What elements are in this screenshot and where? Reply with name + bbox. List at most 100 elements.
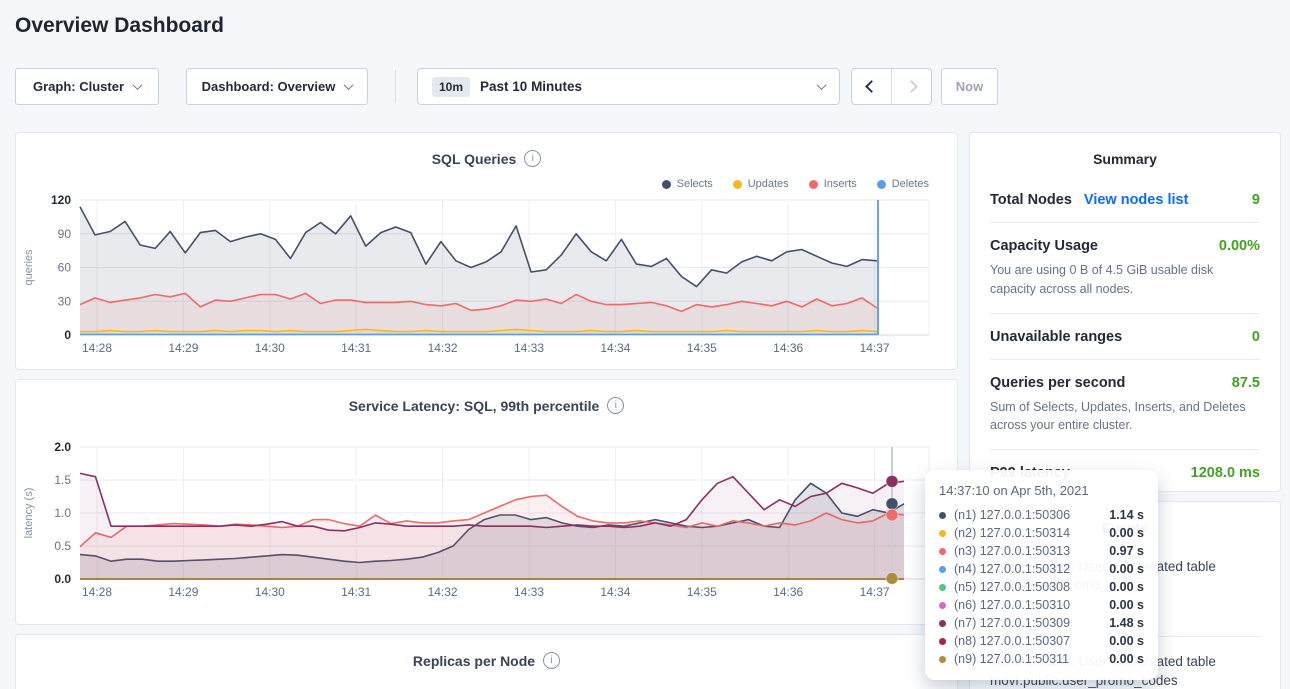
sql-queries-plot[interactable]: 14:2814:2914:3014:3114:3214:3314:3414:35… [16,191,959,367]
node-address: (n6) 127.0.0.1:50310 [954,598,1070,612]
replicas-per-node-chart-card: Replicas per Node i [15,634,958,689]
capacity-usage-value: 0.00% [1219,238,1260,254]
svg-text:14:35: 14:35 [687,585,717,599]
service-latency-chart-card: Service Latency: SQL, 99th percentile i … [15,379,958,625]
svg-text:14:28: 14:28 [82,341,112,355]
node-latency-value: 0.00 s [1109,562,1144,576]
tooltip-row-n6: (n6) 127.0.0.1:503100.00 s [939,596,1144,614]
tooltip-row-n7: (n7) 127.0.0.1:503091.48 s [939,614,1144,632]
unavailable-ranges-label: Unavailable ranges [990,329,1122,345]
svg-text:60: 60 [58,261,72,275]
queries-per-second-caption: Sum of Selects, Updates, Inserts, and De… [990,398,1260,436]
tooltip-row-n5: (n5) 127.0.0.1:503080.00 s [939,578,1144,596]
svg-text:90: 90 [58,227,72,241]
legend-dot-inserts [809,180,818,189]
svg-text:14:30: 14:30 [255,585,285,599]
chevron-right-icon [905,80,918,93]
node-color-dot [939,638,946,645]
capacity-usage-label: Capacity Usage [990,238,1098,254]
tooltip-row-n4: (n4) 127.0.0.1:50312 0.00 s [939,560,1144,578]
node-color-dot [939,512,946,519]
node-address: (n3) 127.0.0.1:50313 [954,544,1070,558]
svg-text:14:31: 14:31 [341,585,371,599]
summary-title: Summary [990,151,1260,167]
time-range-badge: 10m [432,77,470,97]
time-range-label: Past 10 Minutes [480,79,582,94]
svg-text:1.0: 1.0 [54,506,71,520]
svg-text:14:29: 14:29 [168,585,198,599]
svg-text:14:36: 14:36 [773,341,803,355]
node-address: (n9) 127.0.0.1:50311 [954,652,1069,666]
svg-text:0: 0 [64,328,71,342]
svg-text:14:31: 14:31 [341,341,371,355]
service-latency-plot[interactable]: 14:2814:2914:3014:3114:3214:3314:3414:35… [16,438,959,603]
legend-label: Updates [748,178,789,190]
chart-title-replicas-per-node: Replicas per Node [413,653,535,669]
tooltip-row-n2: (n2) 127.0.0.1:503140.00 s [939,524,1144,542]
chevron-down-icon [133,80,143,90]
p99-latency-value: 1208.0 ms [1191,465,1260,481]
svg-text:14:37: 14:37 [860,341,890,355]
svg-text:14:29: 14:29 [168,341,198,355]
tooltip-row-n3: (n3) 127.0.0.1:503130.97 s [939,542,1144,560]
legend-item-updates[interactable]: Updates [733,178,789,190]
chevron-down-icon [344,80,354,90]
info-icon[interactable]: i [524,150,541,167]
tooltip-timestamp: 14:37:10 on Apr 5th, 2021 [939,483,1144,498]
svg-text:0.0: 0.0 [54,572,71,586]
page-title: Overview Dashboard [15,14,224,38]
chevron-left-icon [865,80,878,93]
node-address: (n7) 127.0.0.1:50309 [954,616,1070,630]
legend-dot-selects [662,180,671,189]
node-latency-value: 0.00 s [1109,652,1144,666]
graph-dropdown-label: Graph: Cluster [33,79,124,94]
svg-text:queries: queries [23,249,35,286]
summary-row-capacity-usage: Capacity Usage 0.00% You are using 0 B o… [990,222,1260,313]
unavailable-ranges-value: 0 [1252,329,1260,345]
time-step-buttons [851,68,932,105]
node-address: (n1) 127.0.0.1:50306 [954,508,1070,522]
node-latency-value: 0.00 s [1109,634,1144,648]
total-nodes-value: 9 [1252,192,1260,208]
svg-text:1.5: 1.5 [54,473,71,487]
node-address: (n8) 127.0.0.1:50307 [954,634,1070,648]
tooltip-row-n9: (n9) 127.0.0.1:50311 0.00 s [939,650,1144,668]
node-color-dot [939,548,946,555]
legend-item-selects[interactable]: Selects [662,178,713,190]
svg-text:14:34: 14:34 [600,341,630,355]
node-color-dot [939,656,946,663]
info-icon[interactable]: i [543,652,560,669]
svg-text:0.5: 0.5 [54,539,71,553]
legend-dot-updates [733,180,742,189]
now-button[interactable]: Now [941,68,998,105]
node-color-dot [939,566,946,573]
svg-text:2.0: 2.0 [54,440,71,454]
graph-dropdown[interactable]: Graph: Cluster [15,68,159,105]
legend-item-deletes[interactable]: Deletes [877,178,929,190]
svg-text:14:37: 14:37 [860,585,890,599]
queries-per-second-label: Queries per second [990,375,1125,391]
dashboard-dropdown-label: Dashboard: Overview [202,79,336,94]
svg-text:14:32: 14:32 [428,341,458,355]
queries-per-second-value: 87.5 [1232,375,1260,391]
toolbar-divider [395,70,396,103]
dashboard-dropdown[interactable]: Dashboard: Overview [186,68,368,105]
info-icon[interactable]: i [607,397,624,414]
sql-queries-chart-card: SQL Queries i Selects Updates Inserts De… [15,132,958,370]
node-address: (n5) 127.0.0.1:50308 [954,580,1070,594]
node-color-dot [939,584,946,591]
node-latency-value: 0.00 s [1109,526,1144,540]
view-nodes-list-link[interactable]: View nodes list [1084,192,1189,208]
legend-item-inserts[interactable]: Inserts [809,178,857,190]
time-range-picker[interactable]: 10m Past 10 Minutes [417,68,840,105]
tooltip-row-n1: (n1) 127.0.0.1:503061.14 s [939,506,1144,524]
chart-title-sql-queries: SQL Queries [432,151,517,167]
summary-row-total-nodes: Total Nodes View nodes list 9 [990,177,1260,222]
summary-row-unavailable-ranges: Unavailable ranges 0 [990,313,1260,359]
time-prev-button[interactable] [852,69,891,104]
svg-text:14:33: 14:33 [514,585,544,599]
time-next-button[interactable] [891,69,931,104]
svg-text:14:36: 14:36 [773,585,803,599]
svg-text:120: 120 [51,193,71,207]
node-address: (n4) 127.0.0.1:50312 [954,562,1070,576]
